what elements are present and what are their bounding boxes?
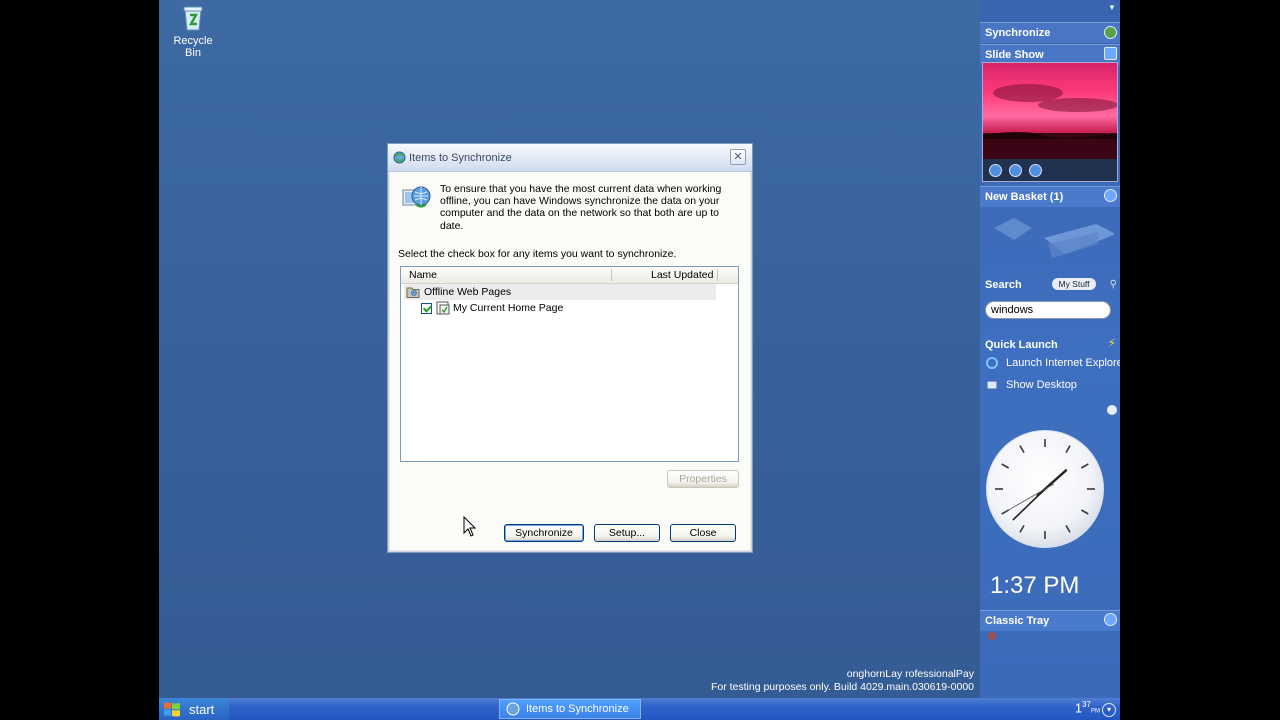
quick-launch-label: Quick Launch (985, 339, 1058, 351)
classic-tray-label: Classic Tray (985, 615, 1050, 627)
lightning-icon: ⚡ (1107, 336, 1116, 350)
launch-ie-item[interactable]: Launch Internet Explorer (986, 357, 1120, 369)
intro-text: To ensure that you have the most current… (440, 183, 722, 232)
list-item-offline-web-pages[interactable]: Offline Web Pages (404, 284, 716, 300)
clock-tick (1080, 509, 1089, 515)
start-label: start (189, 701, 215, 717)
home-page-checkbox[interactable] (421, 302, 432, 314)
clock-tick (1019, 524, 1025, 533)
close-button[interactable]: Close (670, 524, 736, 542)
basket-tile-label: New Basket (1) (985, 191, 1064, 203)
sync-items-list[interactable]: Name Last Updated Offline Web Pages My C… (400, 266, 739, 462)
clock-tick (1019, 445, 1025, 454)
synchronize-icon (506, 702, 520, 716)
camera-icon[interactable] (1104, 47, 1117, 60)
close-icon[interactable]: ✕ (730, 149, 746, 165)
tray-app-icon[interactable] (988, 632, 996, 640)
quick-launch-item-label: Show Desktop (1006, 379, 1077, 391)
internet-explorer-icon (986, 357, 998, 369)
search-input[interactable] (985, 301, 1111, 319)
list-item-my-current-home-page[interactable]: My Current Home Page (421, 300, 717, 316)
classic-tray-icon[interactable] (1104, 613, 1117, 626)
list-item-label: My Current Home Page (453, 302, 564, 314)
next-icon[interactable] (1029, 164, 1042, 177)
clock-tick (1065, 524, 1071, 533)
quick-launch-item-label: Launch Internet Explorer (1006, 357, 1120, 369)
tray-clock[interactable]: 137PM (1075, 700, 1100, 715)
desktop: Recycle Bin Items to Synchronize ✕ To en… (159, 0, 1120, 720)
properties-button[interactable]: Properties (667, 470, 739, 488)
sidebar: ▼ Synchronize Slide Show New Basket (1) … (980, 0, 1120, 698)
analog-clock (986, 430, 1104, 548)
digital-clock: 1:37 PM (990, 572, 1080, 599)
taskbar: start Items to Synchronize 137PM ▾ (159, 698, 1120, 720)
basket-image[interactable] (986, 210, 1116, 266)
build-watermark: onghornLay rofessionalPay For testing pu… (711, 668, 974, 694)
slideshow-controls (983, 159, 1117, 181)
clock-tick (1080, 463, 1089, 469)
pause-icon[interactable] (989, 164, 1002, 177)
items-to-synchronize-dialog: Items to Synchronize ✕ To ensure that yo… (387, 143, 753, 553)
minute-hand (1012, 481, 1053, 521)
my-stuff-button[interactable]: My Stuff (1052, 278, 1096, 290)
synchronize-button[interactable]: Synchronize (504, 524, 584, 542)
tray-clock-minutes: 37 (1082, 700, 1091, 709)
search-tile-label: Search (985, 279, 1022, 291)
start-button[interactable]: start (159, 698, 229, 720)
folder-icon (406, 286, 420, 298)
column-divider[interactable] (717, 269, 718, 281)
synchronize-tile-label: Synchronize (985, 27, 1051, 39)
web-page-icon (436, 301, 450, 315)
column-header-last-updated[interactable]: Last Updated (651, 269, 713, 281)
column-header-name[interactable]: Name (409, 269, 437, 281)
dialog-body: To ensure that you have the most current… (390, 172, 750, 550)
clock-settings-icon[interactable] (1107, 405, 1117, 415)
slideshow-tile-label: Slide Show (985, 49, 1044, 61)
tray-clock-hour: 1 (1074, 700, 1083, 716)
watermark-line-1: onghornLay rofessionalPay (846, 668, 974, 680)
sunset-photo (983, 63, 1117, 159)
tray-expand-icon[interactable]: ▾ (1102, 703, 1116, 717)
windows-logo-icon (163, 701, 181, 717)
watermark-line-2: For testing purposes only. Build 4029.ma… (710, 681, 974, 693)
setup-button[interactable]: Setup... (594, 524, 660, 542)
search-pin-icon[interactable]: ⚲ (1110, 279, 1117, 290)
instruction-text: Select the check box for any items you w… (398, 248, 677, 260)
show-desktop-icon (986, 379, 998, 391)
dialog-title: Items to Synchronize (409, 152, 512, 164)
tray-clock-ampm: PM (1091, 708, 1100, 715)
slideshow-image[interactable] (982, 62, 1118, 182)
basket-icon[interactable] (1104, 189, 1117, 202)
task-button-items-to-synchronize[interactable]: Items to Synchronize (499, 699, 641, 719)
task-button-label: Items to Synchronize (526, 703, 629, 715)
clock-tick (1001, 463, 1010, 469)
recycle-bin[interactable]: Recycle Bin (165, 4, 221, 59)
dialog-titlebar[interactable]: Items to Synchronize ✕ (388, 144, 752, 172)
show-desktop-item[interactable]: Show Desktop (986, 379, 1077, 391)
recycle-bin-label: Recycle Bin (173, 35, 213, 59)
recycle-bin-icon (179, 4, 207, 32)
list-item-label: Offline Web Pages (424, 286, 512, 298)
synchronize-icon[interactable] (1104, 26, 1117, 39)
second-hand (1004, 483, 1055, 513)
clock-face (995, 439, 1095, 539)
clock-tick (1065, 445, 1071, 454)
chevron-down-icon[interactable]: ▼ (1108, 4, 1116, 12)
column-divider[interactable] (611, 269, 612, 281)
synchronize-globe-icon (400, 182, 432, 214)
previous-icon[interactable] (1009, 164, 1022, 177)
list-header: Name Last Updated (401, 267, 738, 284)
synchronize-icon (393, 151, 406, 164)
